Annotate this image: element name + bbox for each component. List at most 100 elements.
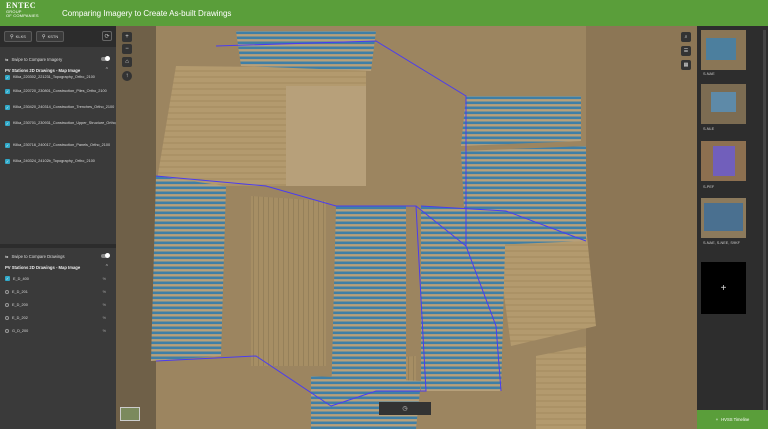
thumbnail-label: S-NLE bbox=[703, 127, 715, 131]
drawing-layer-item[interactable]: ✓ E_D_400 % bbox=[0, 272, 116, 285]
chip-kstn[interactable]: ⚲ KSTN bbox=[35, 31, 65, 42]
swipe-imagery-row: ⇆ Swipe to Compare Imagery bbox=[0, 53, 116, 65]
home-button[interactable]: ⌂ bbox=[122, 57, 132, 67]
swipe-icon: ⇆ bbox=[5, 253, 9, 259]
chevron-up-icon: ⌃ bbox=[104, 264, 109, 270]
chip-label: KSTN bbox=[47, 34, 59, 39]
drawing-layer-item[interactable]: E_D_201 % bbox=[0, 285, 116, 298]
zoom-out-button[interactable]: − bbox=[122, 44, 132, 54]
opacity-label[interactable]: % bbox=[103, 303, 106, 307]
compass-button[interactable]: ↑ bbox=[122, 71, 132, 81]
thumbnail-4[interactable] bbox=[701, 198, 746, 238]
swipe-drawings-row: ⇆ Swipe to Compare Drawings bbox=[0, 250, 116, 262]
timeline-label: HVSS Timeline bbox=[721, 417, 750, 422]
grid-button[interactable]: ▦ bbox=[681, 60, 691, 70]
checkbox-checked-icon[interactable]: ✓ bbox=[5, 159, 10, 164]
imagery-layer-label: Kilka_230716_240017_Construction_Panels_… bbox=[13, 143, 111, 147]
chip-label: KLKS bbox=[15, 34, 26, 39]
drawing-layer-item[interactable]: E_D_202 % bbox=[0, 311, 116, 324]
pin-icon: ⚲ bbox=[41, 33, 46, 40]
drawings-group-label: PV Stations 2D Drawings - Map Image bbox=[5, 264, 81, 270]
drawing-layer-item[interactable]: E_D_200 % bbox=[0, 298, 116, 311]
opacity-label[interactable]: % bbox=[103, 277, 106, 281]
scrollbar[interactable] bbox=[763, 30, 766, 410]
logo-line3: OF COMPANIES bbox=[6, 13, 39, 18]
chevron-up-icon: ⌃ bbox=[104, 67, 109, 73]
drawing-layer-label: E_D_201 bbox=[12, 289, 28, 294]
imagery-layer-label: Kilka_220302_221231_Topography_Ortho_210… bbox=[13, 75, 95, 79]
left-panel: ⚲ KLKS ⚲ KSTN ⟳ ⇆ Swipe to Compare Image… bbox=[0, 26, 126, 429]
compass-icon: ↑ bbox=[125, 73, 129, 79]
drawing-layer-label: G_D_200 bbox=[12, 328, 29, 333]
right-panel: S-NAE S-NLE S-PEF S-NAE, S-NEE, S9KF + bbox=[697, 26, 768, 429]
thumbnail-label: S-NAE, S-NEE, S9KF bbox=[703, 241, 740, 245]
swipe-imagery-label: Swipe to Compare Imagery bbox=[11, 56, 63, 62]
drawing-layer-label: E_D_400 bbox=[13, 276, 29, 281]
refresh-icon: ⟳ bbox=[104, 33, 110, 40]
opacity-label[interactable]: % bbox=[103, 329, 106, 333]
opacity-label[interactable]: % bbox=[103, 316, 106, 320]
imagery-layer-item[interactable]: ✓ Kilka_230420_240314_Construction_Trenc… bbox=[0, 105, 116, 121]
page-title: Comparing Imagery to Create As-built Dra… bbox=[62, 8, 232, 18]
refresh-button[interactable]: ⟳ bbox=[102, 31, 112, 41]
radio-icon[interactable] bbox=[5, 290, 9, 294]
pin-icon: ⚲ bbox=[10, 33, 14, 40]
zoom-in-button[interactable]: + bbox=[122, 32, 132, 42]
imagery-layer-item[interactable]: ✓ Kilka_230716_240017_Construction_Panel… bbox=[0, 143, 116, 159]
checkbox-checked-icon[interactable]: ✓ bbox=[5, 75, 10, 80]
map-view[interactable]: + − ⌂ ↑ ⌕ ☰ ▦ ◷ bbox=[116, 26, 697, 429]
swipe-drawings-label: Swipe to Compare Drawings bbox=[11, 253, 65, 259]
company-logo: ENTEC GROUP OF COMPANIES bbox=[0, 0, 50, 26]
checkbox-checked-icon[interactable]: ✓ bbox=[5, 89, 10, 94]
drawing-layer-label: E_D_202 bbox=[12, 315, 28, 320]
section-divider bbox=[0, 244, 116, 248]
radio-icon[interactable] bbox=[5, 303, 9, 307]
app-window: ENTEC GROUP OF COMPANIES Comparing Image… bbox=[0, 0, 768, 429]
grid-icon: ▦ bbox=[683, 62, 689, 68]
layers-icon: ☰ bbox=[683, 48, 689, 54]
opacity-label[interactable]: % bbox=[103, 290, 106, 294]
thumbnail-3[interactable] bbox=[701, 141, 746, 181]
search-icon: ⌕ bbox=[684, 34, 688, 40]
imagery-section: ⇆ Swipe to Compare Imagery PV Stations 2… bbox=[0, 53, 126, 173]
left-topbar: ⚲ KLKS ⚲ KSTN ⟳ bbox=[0, 26, 116, 47]
header-bar: ENTEC GROUP OF COMPANIES Comparing Image… bbox=[0, 0, 768, 26]
checkbox-checked-icon[interactable]: ✓ bbox=[5, 121, 10, 126]
radio-icon[interactable] bbox=[5, 316, 9, 320]
time-slider-button[interactable]: ◷ bbox=[379, 402, 431, 415]
imagery-layer-item[interactable]: ✓ Kilka_230701_230931_Construction_Upper… bbox=[0, 121, 126, 143]
timeline-button[interactable]: + HVSS Timeline bbox=[697, 410, 768, 429]
checkbox-checked-icon[interactable]: ✓ bbox=[5, 105, 10, 110]
imagery-layer-label: Kilka_230420_240314_Construction_Trenche… bbox=[13, 105, 115, 109]
basemap-thumbnail[interactable] bbox=[120, 407, 140, 421]
search-button[interactable]: ⌕ bbox=[681, 32, 691, 42]
thumbnail-label: S-NAE bbox=[703, 72, 715, 76]
thumbnail-1[interactable] bbox=[701, 30, 746, 70]
thumbnail-label: S-PEF bbox=[703, 185, 715, 189]
imagery-layer-label: Kilka_230701_230931_Construction_Upper_S… bbox=[13, 121, 127, 125]
swipe-icon: ⇆ bbox=[5, 56, 9, 62]
plus-icon: + bbox=[715, 417, 719, 422]
swipe-drawings-toggle[interactable] bbox=[101, 253, 110, 258]
checkbox-checked-icon[interactable]: ✓ bbox=[5, 276, 10, 281]
imagery-layer-item[interactable]: ✓ Kilka_220302_221231_Topography_Ortho_2… bbox=[0, 75, 116, 89]
map-imagery bbox=[116, 26, 697, 429]
add-thumbnail-button[interactable]: + bbox=[701, 262, 746, 314]
clock-icon: ◷ bbox=[402, 406, 408, 412]
home-icon: ⌂ bbox=[125, 59, 129, 65]
radio-icon[interactable] bbox=[5, 329, 9, 333]
imagery-layer-item[interactable]: ✓ Kilka_220720_230801_Construction_Piles… bbox=[0, 89, 116, 105]
imagery-group-title[interactable]: PV Stations 2D Drawings - Map Image ⌃ bbox=[0, 65, 116, 75]
imagery-layer-label: Kilka_240324_24102b_Topography_Ortho_210… bbox=[13, 159, 95, 163]
chip-klks[interactable]: ⚲ KLKS bbox=[4, 31, 32, 42]
drawings-section: ⇆ Swipe to Compare Drawings PV Stations … bbox=[0, 250, 116, 337]
imagery-group-label: PV Stations 2D Drawings - Map Image bbox=[5, 67, 81, 73]
thumbnail-2[interactable] bbox=[701, 84, 746, 124]
drawings-group-title[interactable]: PV Stations 2D Drawings - Map Image ⌃ bbox=[0, 262, 116, 272]
swipe-imagery-toggle[interactable] bbox=[101, 56, 110, 61]
drawing-layer-item[interactable]: G_D_200 % bbox=[0, 324, 116, 337]
imagery-layer-item[interactable]: ✓ Kilka_240324_24102b_Topography_Ortho_2… bbox=[0, 159, 116, 173]
drawing-layer-label: E_D_200 bbox=[12, 302, 28, 307]
checkbox-checked-icon[interactable]: ✓ bbox=[5, 143, 10, 148]
layers-button[interactable]: ☰ bbox=[681, 46, 691, 56]
